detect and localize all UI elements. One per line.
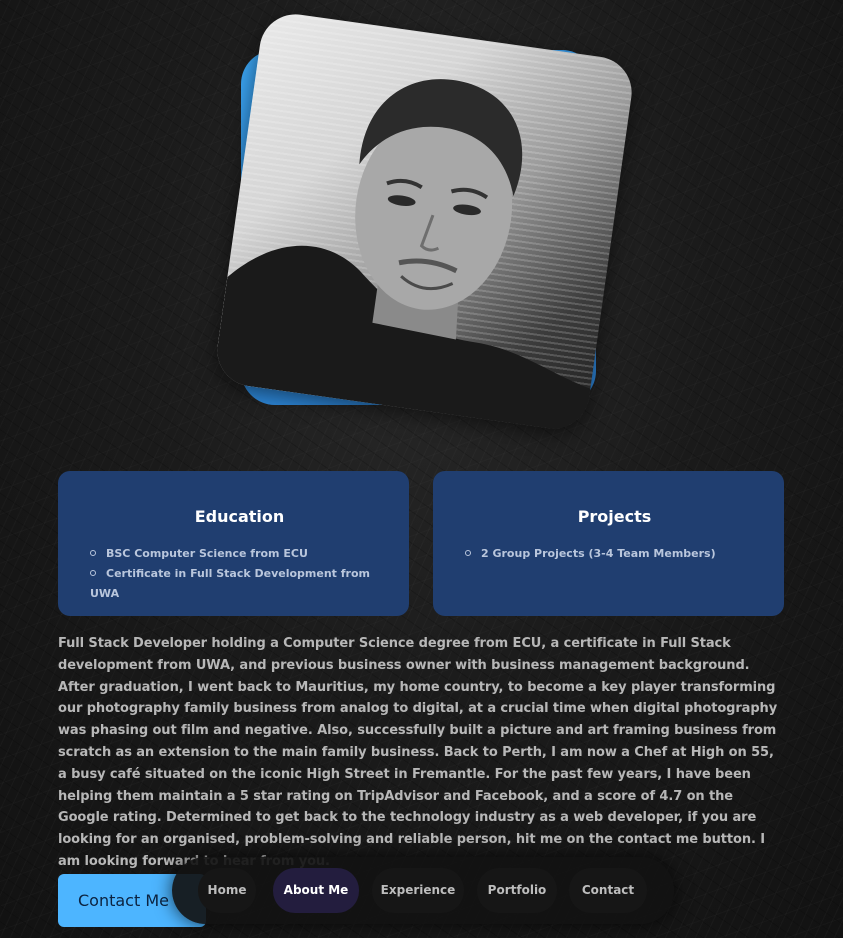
about-paragraph: Full Stack Developer holding a Computer … bbox=[58, 636, 778, 869]
nav-item-contact[interactable]: Contact bbox=[569, 868, 647, 913]
list-item: Certificate in Full Stack Development fr… bbox=[90, 564, 389, 604]
bottom-nav: Home About Me Experience Portfolio Conta… bbox=[172, 857, 674, 924]
list-item-label: 2 Group Projects (3-4 Team Members) bbox=[481, 547, 716, 560]
bullet-icon bbox=[465, 550, 471, 556]
profile-portrait-illustration bbox=[212, 79, 591, 434]
bullet-icon bbox=[90, 550, 96, 556]
education-title: Education bbox=[194, 507, 285, 526]
projects-card: Projects 2 Group Projects (3-4 Team Memb… bbox=[433, 471, 784, 616]
list-item-label: Certificate in Full Stack Development fr… bbox=[90, 567, 370, 600]
list-item-label: BSC Computer Science from ECU bbox=[106, 547, 308, 560]
bullet-icon bbox=[90, 570, 96, 576]
nav-item-portfolio[interactable]: Portfolio bbox=[477, 868, 557, 913]
profile-photo bbox=[212, 9, 637, 434]
nav-item-home[interactable]: Home bbox=[198, 868, 256, 913]
list-item: BSC Computer Science from ECU bbox=[90, 544, 389, 564]
education-list: BSC Computer Science from ECU Certificat… bbox=[90, 544, 389, 604]
list-item: 2 Group Projects (3-4 Team Members) bbox=[465, 544, 764, 564]
profile-photo-frame bbox=[212, 9, 637, 434]
nav-item-experience[interactable]: Experience bbox=[372, 868, 464, 913]
projects-list: 2 Group Projects (3-4 Team Members) bbox=[465, 544, 764, 564]
projects-title: Projects bbox=[577, 507, 652, 526]
education-card: Education BSC Computer Science from ECU … bbox=[58, 471, 409, 616]
nav-item-about-me[interactable]: About Me bbox=[273, 868, 359, 913]
